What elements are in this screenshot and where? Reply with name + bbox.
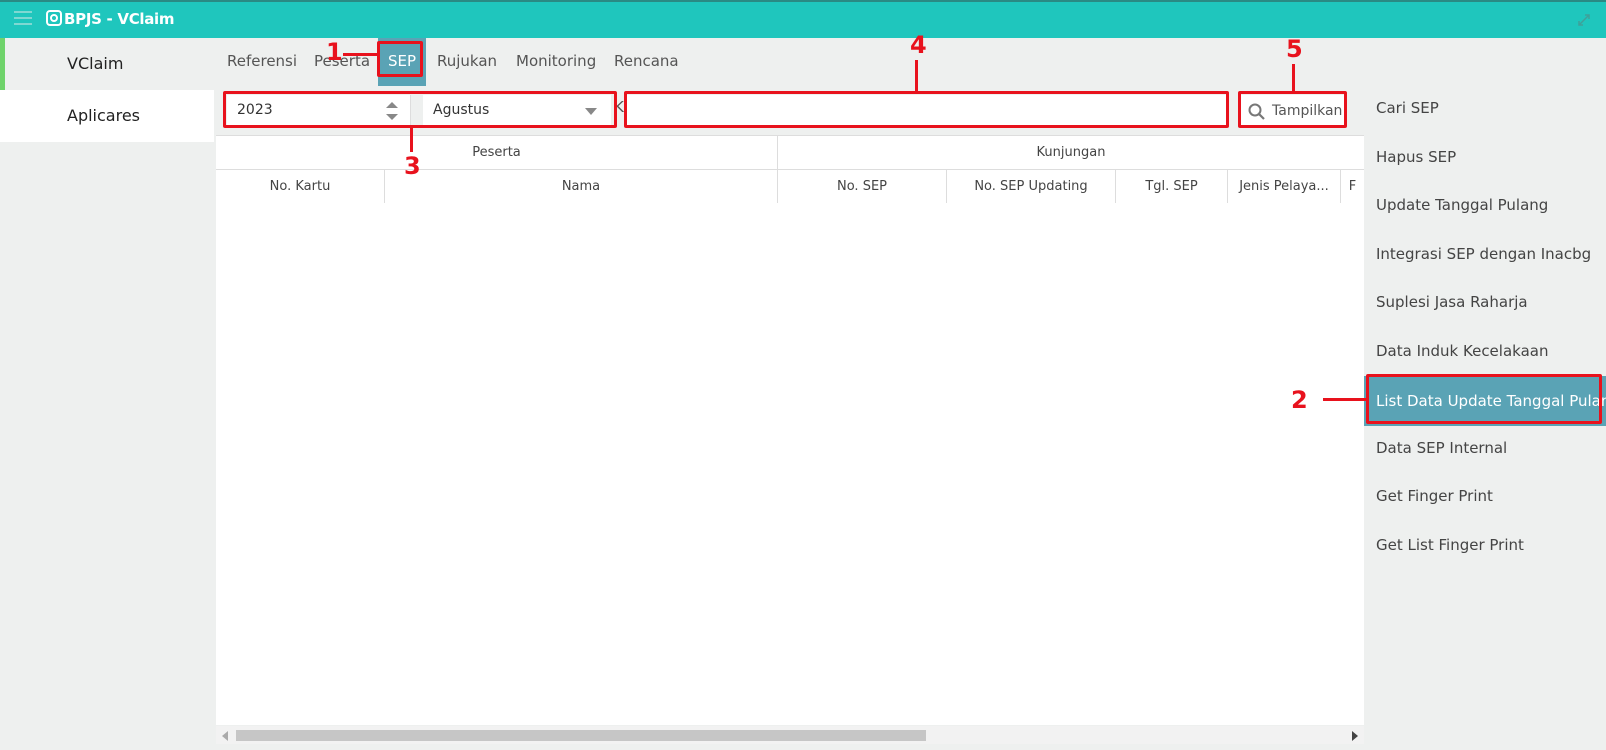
action-cari-sep[interactable]: Cari SEP xyxy=(1364,86,1606,130)
resize-icon[interactable] xyxy=(1576,12,1592,28)
annotation-box-1 xyxy=(377,41,423,77)
annotation-box-5 xyxy=(1238,91,1347,128)
annotation-number-4: 4 xyxy=(910,31,927,59)
group-header-peserta: Peserta xyxy=(216,136,778,170)
annotation-box-4 xyxy=(624,91,1229,128)
action-integrasi-sep-inacbg[interactable]: Integrasi SEP dengan Inacbg xyxy=(1364,232,1606,276)
hamburger-menu-icon[interactable] xyxy=(14,11,32,27)
sidebar: VClaim Aplicares xyxy=(0,38,214,750)
action-suplesi-jasa-raharja[interactable]: Suplesi Jasa Raharja xyxy=(1364,280,1606,324)
annotation-box-2 xyxy=(1366,374,1602,424)
annotation-box-3 xyxy=(223,91,617,128)
scroll-left-icon[interactable] xyxy=(222,731,228,741)
horizontal-scrollbar[interactable] xyxy=(216,726,1364,744)
sep-table: Peserta Kunjungan No. Kartu Nama No. SEP… xyxy=(216,135,1364,725)
scroll-thumb[interactable] xyxy=(236,730,926,741)
action-get-finger-print[interactable]: Get Finger Print xyxy=(1364,474,1606,518)
column-header-nama[interactable]: Nama xyxy=(385,170,778,203)
annotation-number-3: 3 xyxy=(404,152,421,180)
group-header-kunjungan: Kunjungan xyxy=(778,136,1364,170)
tab-referensi[interactable]: Referensi xyxy=(227,38,297,86)
action-get-list-finger-print[interactable]: Get List Finger Print xyxy=(1364,523,1606,567)
action-update-tanggal-pulang[interactable]: Update Tanggal Pulang xyxy=(1364,183,1606,227)
scroll-right-icon[interactable] xyxy=(1352,731,1358,741)
bpjs-logo-icon xyxy=(46,10,62,26)
tab-rencana-kontrol[interactable]: Rencana Kontrol xyxy=(614,38,679,116)
annotation-line-2 xyxy=(1323,398,1366,401)
title-bar: BPJS - VClaim xyxy=(0,0,1606,38)
annotation-line-4 xyxy=(915,60,918,91)
annotation-number-1: 1 xyxy=(326,38,343,66)
action-data-induk-kecelakaan[interactable]: Data Induk Kecelakaan xyxy=(1364,329,1606,373)
column-header-no-kartu[interactable]: No. Kartu xyxy=(216,170,385,203)
sidebar-item-vclaim[interactable]: VClaim xyxy=(0,38,214,90)
annotation-line-3 xyxy=(410,128,413,152)
column-header-tgl-sep[interactable]: Tgl. SEP xyxy=(1116,170,1228,203)
tab-monitoring[interactable]: Monitoring xyxy=(516,38,596,86)
column-header-no-sep-updating[interactable]: No. SEP Updating xyxy=(947,170,1116,203)
sidebar-item-aplicares[interactable]: Aplicares xyxy=(0,90,214,142)
action-hapus-sep[interactable]: Hapus SEP xyxy=(1364,135,1606,179)
column-header-truncated[interactable]: F xyxy=(1341,170,1364,203)
app-title: BPJS - VClaim xyxy=(64,10,175,28)
annotation-line-1 xyxy=(343,53,377,56)
column-header-no-sep[interactable]: No. SEP xyxy=(778,170,947,203)
column-header-jenis-pelayanan[interactable]: Jenis Pelaya... xyxy=(1228,170,1341,203)
annotation-number-5: 5 xyxy=(1286,35,1303,63)
tab-rujukan[interactable]: Rujukan xyxy=(437,38,497,86)
action-data-sep-internal[interactable]: Data SEP Internal xyxy=(1364,426,1606,470)
annotation-number-2: 2 xyxy=(1291,386,1308,414)
annotation-line-5 xyxy=(1292,64,1295,91)
